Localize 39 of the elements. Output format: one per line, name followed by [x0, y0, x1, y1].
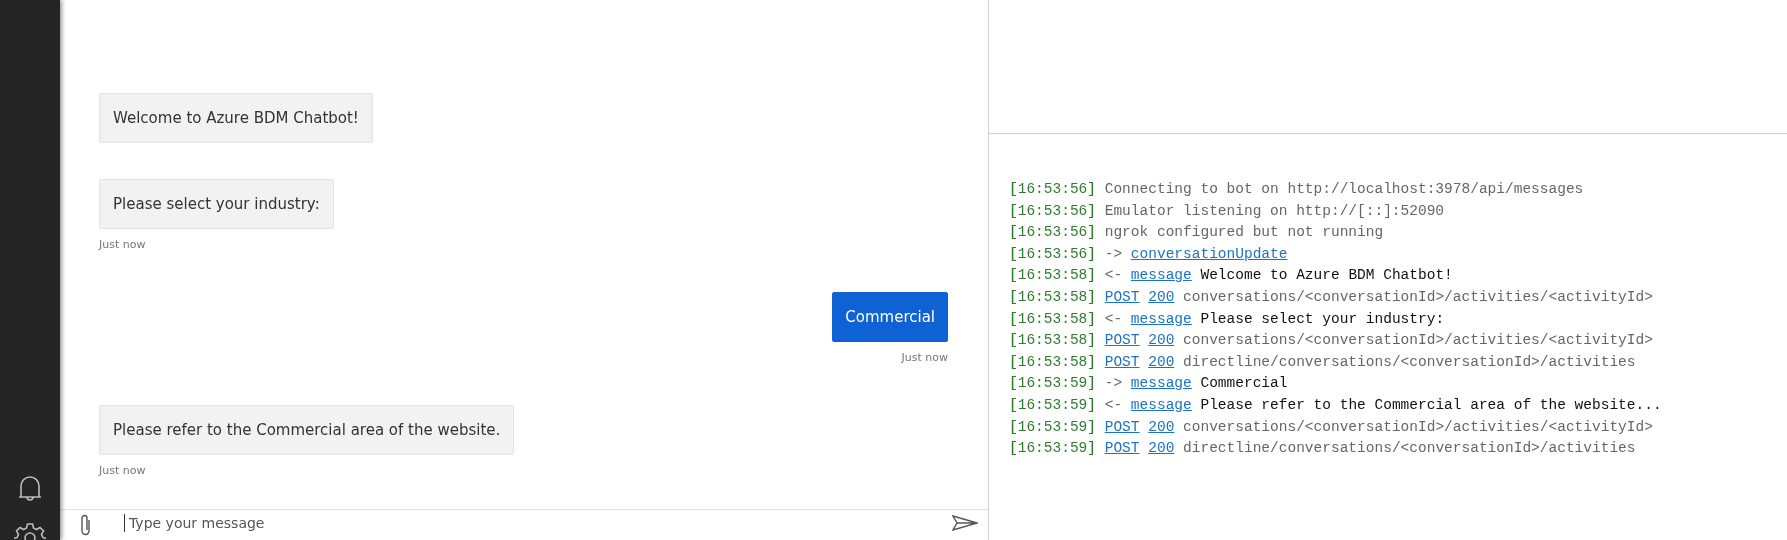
log-link[interactable]: 200 — [1148, 288, 1175, 305]
timestamp: Just now — [99, 464, 146, 477]
log-line: [16:53:58] <- message Welcome to Azure BDM Chatbot! — [1009, 266, 1454, 286]
log-line: [16:53:56] Emulator listening on http://[::]:52090 — [1009, 201, 1446, 221]
log-link[interactable]: message — [1130, 375, 1192, 392]
log-line: [16:53:56] ngrok configured but not running — [1009, 223, 1385, 243]
bot-message: Please select your industry: — [99, 179, 334, 229]
log-link[interactable]: POST — [1104, 332, 1140, 349]
log-link[interactable]: message — [1130, 310, 1192, 327]
log-line: [16:53:59] POST 200 directline/conversations/<conversationId>/activities — [1009, 439, 1637, 459]
log-link[interactable]: 200 — [1148, 332, 1175, 349]
log-line: [16:53:59] -> message Commercial — [1009, 374, 1289, 394]
log-link[interactable]: POST — [1104, 418, 1140, 435]
paperclip-icon[interactable] — [80, 514, 92, 536]
log-link[interactable]: POST — [1104, 288, 1140, 305]
send-icon[interactable] — [952, 514, 978, 532]
timestamp: Just now — [99, 238, 146, 251]
log-line: [16:53:59] POST 200 conversations/<conversationId>/activities/<activityId> — [1009, 417, 1654, 437]
log-link[interactable]: 200 — [1148, 440, 1175, 457]
log-link[interactable]: 200 — [1148, 418, 1175, 435]
log-link[interactable]: POST — [1104, 353, 1140, 370]
log-line: [16:53:58] <- message Please select your industry: — [1009, 309, 1446, 329]
log-link[interactable]: conversationUpdate — [1130, 245, 1288, 262]
message-input[interactable]: Type your message — [124, 514, 952, 532]
log-line: [16:53:58] POST 200 conversations/<conversationId>/activities/<activityId> — [1009, 287, 1654, 307]
bot-message: Please refer to the Commercial area of the website. — [99, 405, 515, 455]
timestamp: Just now — [901, 351, 948, 364]
log-line: [16:53:58] POST 200 directline/conversations/<conversationId>/activities — [1009, 352, 1637, 372]
log-line: [16:53:56] -> conversationUpdate — [1009, 244, 1289, 264]
log-line: [16:53:59] <- message Please refer to the Commercial area of the website... — [1009, 395, 1663, 415]
log-link[interactable]: 200 — [1148, 353, 1175, 370]
log-link[interactable]: message — [1130, 396, 1192, 413]
bot-message: Welcome to Azure BDM Chatbot! — [99, 93, 373, 143]
log-link[interactable]: POST — [1104, 440, 1140, 457]
user-message: Commercial — [832, 292, 948, 342]
bell-icon[interactable] — [17, 474, 43, 504]
log-line: [16:53:58] POST 200 conversations/<conversationId>/activities/<activityId> — [1009, 331, 1654, 351]
log-link[interactable]: message — [1130, 267, 1192, 284]
log-line: [16:53:56] Connecting to bot on http://localhost:3978/api/messages — [1009, 180, 1585, 199]
